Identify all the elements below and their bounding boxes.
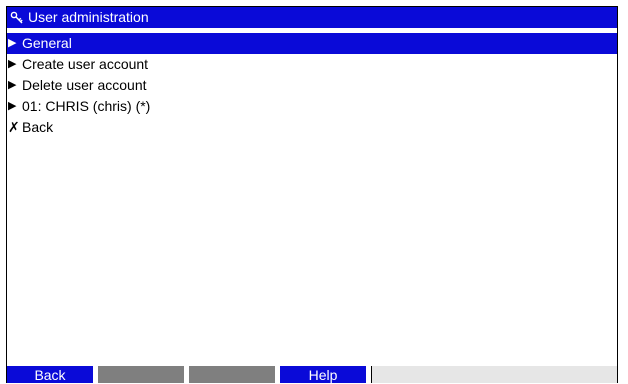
softkey-bar: Back Help xyxy=(7,366,617,383)
menu-item-label: Create user account xyxy=(22,56,149,72)
arrow-right-icon: ▶ xyxy=(8,79,17,91)
menu-item-general[interactable]: ▶ General xyxy=(7,33,617,54)
status-area xyxy=(371,366,617,383)
softkey-back-button[interactable]: Back xyxy=(7,366,93,383)
menu-item-create-user-account[interactable]: ▶ Create user account xyxy=(7,54,617,75)
title-bar: User administration xyxy=(7,7,617,28)
arrow-right-icon: ▶ xyxy=(8,100,17,112)
menu-item-label: Back xyxy=(22,119,54,135)
device-screen: User administration ▶ General ▶ Create u… xyxy=(6,6,618,383)
menu-item-back[interactable]: ✗ Back xyxy=(7,117,617,138)
menu-item-delete-user-account[interactable]: ▶ Delete user account xyxy=(7,75,617,96)
menu-list: ▶ General ▶ Create user account ▶ Delete… xyxy=(7,33,617,138)
menu-item-label: Delete user account xyxy=(22,77,147,93)
softkey-3-button[interactable] xyxy=(189,366,275,383)
softkey-help-button[interactable]: Help xyxy=(280,366,366,383)
menu-item-label: General xyxy=(22,35,72,51)
menu-item-label: 01: CHRIS (chris) (*) xyxy=(22,98,151,114)
cross-icon: ✗ xyxy=(8,119,20,135)
page-title: User administration xyxy=(28,9,149,25)
softkey-2-button[interactable] xyxy=(98,366,184,383)
arrow-right-icon: ▶ xyxy=(8,58,17,70)
menu-item-user-chris[interactable]: ▶ 01: CHRIS (chris) (*) xyxy=(7,96,617,117)
arrow-right-icon: ▶ xyxy=(8,37,17,49)
wrench-key-icon xyxy=(9,10,25,26)
